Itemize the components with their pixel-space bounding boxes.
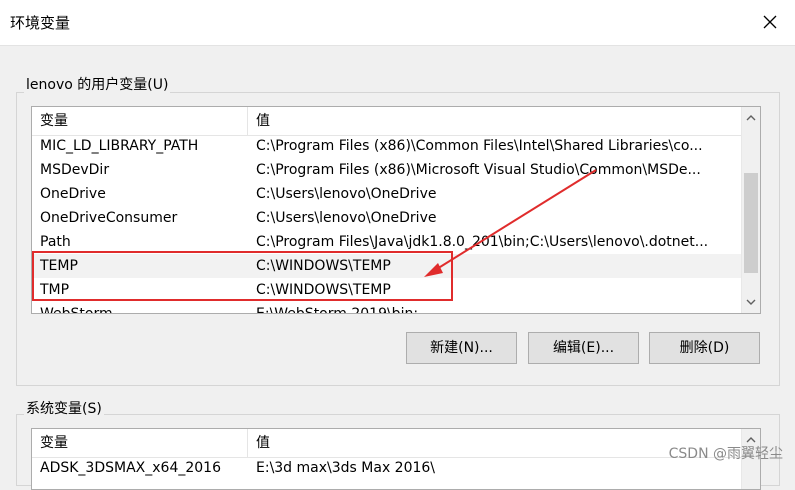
- table-row[interactable]: TEMP C:\WINDOWS\TEMP: [32, 254, 742, 278]
- column-header-name[interactable]: 变量: [32, 107, 248, 135]
- table-row[interactable]: TMP C:\WINDOWS\TEMP: [32, 278, 760, 302]
- edit-button[interactable]: 编辑(E)...: [528, 332, 639, 364]
- scroll-thumb[interactable]: [744, 173, 758, 273]
- new-button[interactable]: 新建(N)...: [406, 332, 517, 364]
- var-name: Path: [40, 234, 71, 250]
- column-header-value[interactable]: 值: [248, 107, 742, 135]
- var-value: C:\Program Files\Java\jdk1.8.0_201\bin;C…: [256, 234, 709, 250]
- var-name: MIC_LD_LIBRARY_PATH: [40, 138, 199, 154]
- close-icon: [763, 15, 777, 29]
- list-header: 变量 值: [32, 429, 742, 458]
- var-value: E:\3d max\3ds Max 2016\: [256, 460, 436, 476]
- table-row[interactable]: Path C:\Program Files\Java\jdk1.8.0_201\…: [32, 230, 760, 254]
- var-value: C:\Users\lenovo\OneDrive: [256, 186, 437, 202]
- var-value: E:\WebStorm 2019\bin;: [256, 306, 419, 314]
- system-vars-list[interactable]: 变量 值 ADSK_3DSMAX_x64_2016 E:\3d max\3ds …: [31, 428, 761, 490]
- var-name: WebStorm: [40, 306, 113, 314]
- table-row[interactable]: OneDriveConsumer C:\Users\lenovo\OneDriv…: [32, 206, 760, 230]
- delete-button[interactable]: 删除(D): [649, 332, 760, 364]
- var-value: C:\WINDOWS\TEMP: [256, 258, 391, 274]
- var-value: C:\Users\lenovo\OneDrive: [256, 210, 437, 226]
- table-row[interactable]: ADSK_3DSMAX_x64_2016 E:\3d max\3ds Max 2…: [32, 456, 760, 480]
- user-vars-label: lenovo 的用户变量(U): [24, 74, 171, 94]
- vertical-scrollbar[interactable]: [741, 107, 760, 313]
- var-name: TMP: [40, 282, 70, 298]
- watermark: CSDN @雨翼轻尘: [668, 446, 783, 462]
- var-name: OneDriveConsumer: [40, 210, 178, 226]
- user-vars-list[interactable]: 变量 值 MIC_LD_LIBRARY_PATH C:\Program File…: [31, 106, 761, 314]
- title-bar: 环境变量: [0, 0, 795, 46]
- var-name: OneDrive: [40, 186, 106, 202]
- table-row[interactable]: MSDevDir C:\Program Files (x86)\Microsof…: [32, 158, 760, 182]
- chevron-down-icon: [746, 299, 756, 305]
- scroll-down-button[interactable]: [742, 293, 760, 311]
- column-header-name[interactable]: 变量: [32, 429, 248, 457]
- list-header: 变量 值: [32, 107, 742, 136]
- chevron-up-icon: [746, 115, 756, 121]
- window-title: 环境变量: [10, 14, 71, 32]
- var-name: TEMP: [40, 258, 78, 274]
- var-name: ADSK_3DSMAX_x64_2016: [40, 460, 221, 476]
- table-row[interactable]: MIC_LD_LIBRARY_PATH C:\Program Files (x8…: [32, 134, 760, 158]
- table-row[interactable]: WebStorm E:\WebStorm 2019\bin;: [32, 302, 760, 314]
- var-value: C:\WINDOWS\TEMP: [256, 282, 391, 298]
- close-button[interactable]: [755, 8, 785, 36]
- var-value: C:\Program Files (x86)\Microsoft Visual …: [256, 162, 701, 178]
- scroll-up-button[interactable]: [742, 109, 760, 127]
- table-row[interactable]: OneDrive C:\Users\lenovo\OneDrive: [32, 182, 760, 206]
- var-value: C:\Program Files (x86)\Common Files\Inte…: [256, 138, 703, 154]
- system-vars-label: 系统变量(S): [24, 398, 104, 418]
- var-name: MSDevDir: [40, 162, 110, 178]
